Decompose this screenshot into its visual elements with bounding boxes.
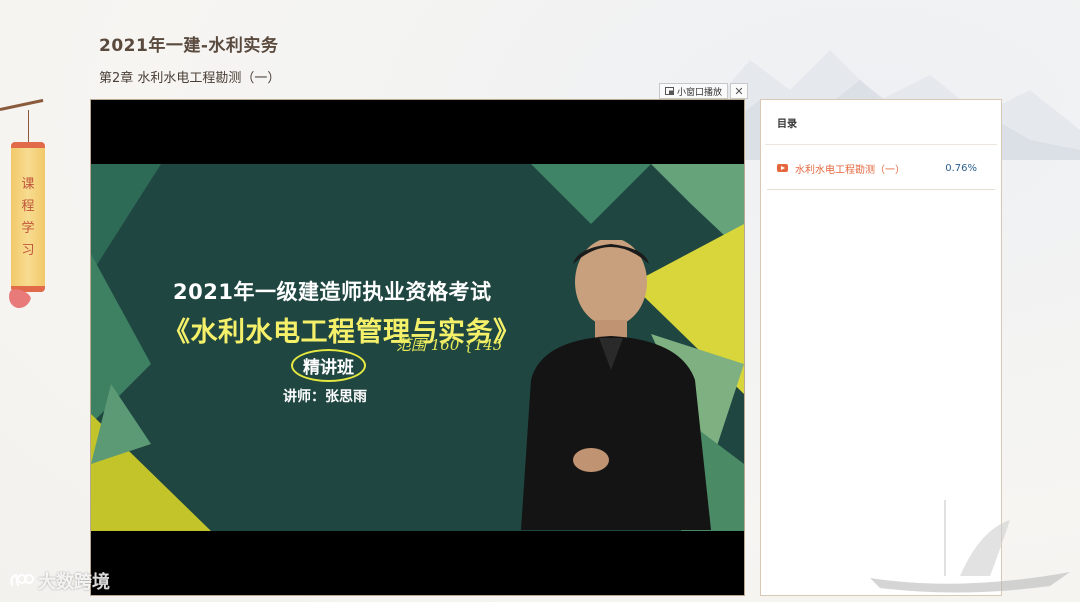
boat-decoration <box>870 500 1070 593</box>
close-player-button[interactable]: ✕ <box>730 83 749 99</box>
catalog-item[interactable]: 水利水电工程勘测（一） 0.76% <box>767 155 995 190</box>
video-frame: 2021年一级建造师执业资格考试 《水利水电工程管理与实务》 精讲班 讲师：张思… <box>91 164 744 531</box>
course-study-tab[interactable]: 课 程 学 习 <box>0 98 60 320</box>
play-icon <box>777 164 788 172</box>
chapter-title: 第2章 水利水电工程勘测（一） <box>99 71 281 86</box>
mini-window-label: 小窗口播放 <box>677 87 723 98</box>
slide-title-line1: 2021年一级建造师执业资格考试 <box>173 280 492 304</box>
course-title: 2021年一建-水利实务 <box>99 36 279 56</box>
slide-teacher: 讲师：张思雨 <box>283 389 367 405</box>
slide-class-name: 精讲班 <box>291 349 366 382</box>
watermark-text: 大数跨境 <box>38 572 110 593</box>
mini-window-icon <box>665 87 674 95</box>
watermark-logo-icon <box>10 573 34 587</box>
player-controls-bar: 小窗口播放 ✕ <box>659 83 749 99</box>
scroll-string <box>28 110 29 144</box>
tab-char: 学 <box>21 221 35 236</box>
catalog-item-label: 水利水电工程勘测（一） <box>795 164 905 176</box>
mini-window-button[interactable]: 小窗口播放 <box>659 83 729 99</box>
presenter-figure <box>521 240 711 530</box>
tab-char: 习 <box>21 243 35 258</box>
scroll-rod <box>0 98 44 111</box>
watermark: 大数跨境 <box>8 568 110 594</box>
tab-char: 程 <box>21 199 35 214</box>
course-study-label: 课 程 学 习 <box>11 174 45 262</box>
video-player[interactable]: 2021年一级建造师执业资格考试 《水利水电工程管理与实务》 精讲班 讲师：张思… <box>90 99 745 596</box>
catalog-item-progress: 0.76% <box>945 162 977 174</box>
tab-char: 课 <box>21 177 35 192</box>
scroll-body: 课 程 学 习 <box>11 142 45 292</box>
page: 2021年一建-水利实务 第2章 水利水电工程勘测（一） 课 程 学 习 小窗口… <box>0 0 1080 602</box>
catalog-header: 目录 <box>765 100 997 145</box>
close-icon: ✕ <box>734 84 744 98</box>
